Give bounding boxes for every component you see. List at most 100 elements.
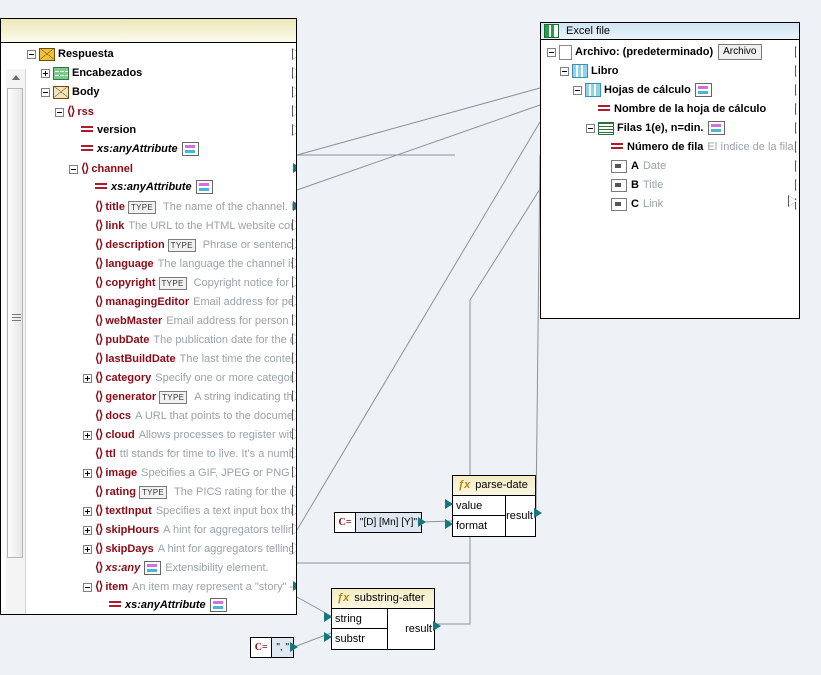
connector-arrow-connected[interactable] <box>433 621 442 632</box>
function-input-substr[interactable]: substr <box>332 629 387 649</box>
tree-row[interactable]: ⟨⟩itemAn item may represent a "story" -- <box>27 577 296 596</box>
connector-arrow-empty[interactable] <box>796 142 797 153</box>
tree-row[interactable]: Libro <box>547 62 797 81</box>
tree-row[interactable]: ⟨⟩skipDaysA hint for aggregators telling <box>27 539 296 558</box>
connector-arrow-empty[interactable] <box>293 334 296 345</box>
connector-arrow-empty[interactable] <box>293 296 296 307</box>
tree-toggle[interactable] <box>55 108 64 117</box>
tree-row[interactable]: ⟨⟩languageThe language the channel is <box>27 254 296 273</box>
connector-arrow-empty[interactable] <box>293 87 296 98</box>
tree-row[interactable]: Filas 1(e), n=din. <box>547 119 797 138</box>
tree-row[interactable]: xs:anyAttribute <box>27 178 296 197</box>
connector-arrow-connected[interactable] <box>534 508 543 519</box>
function-input-format[interactable]: format <box>453 516 505 536</box>
tree-row[interactable]: ⟨⟩docsA URL that points to the documen <box>27 406 296 425</box>
tree-toggle[interactable] <box>560 67 569 76</box>
tree-toggle[interactable] <box>547 48 556 57</box>
connector-arrow-empty[interactable] <box>796 104 797 115</box>
connector-arrow-empty[interactable] <box>293 353 296 364</box>
tree-toggle[interactable] <box>83 545 92 554</box>
tree-row[interactable]: ⟨⟩managingEditorEmail address for pers <box>27 292 296 311</box>
connector-arrow-connected[interactable] <box>293 163 296 174</box>
tree-row[interactable]: ⟨⟩imageSpecifies a GIF, JPEG or PNG ima <box>27 463 296 482</box>
tree-row[interactable]: version <box>27 121 296 140</box>
tree-row[interactable]: xs:anyAttribute <box>27 596 296 614</box>
tree-row[interactable]: BTitle <box>547 176 797 195</box>
tree-row[interactable]: ⟨⟩descriptionTYPEPhrase or sentence d <box>27 235 296 254</box>
tree-toggle[interactable] <box>41 88 50 97</box>
tree-row[interactable]: ⟨⟩ratingTYPEThe PICS rating for the cha <box>27 482 296 501</box>
connector-arrow-empty[interactable] <box>293 448 296 459</box>
connector-arrow-connected[interactable] <box>293 581 296 592</box>
tree-toggle[interactable] <box>83 431 92 440</box>
connector-arrow-empty[interactable] <box>796 66 797 77</box>
tree-toggle[interactable] <box>83 526 92 535</box>
tree-row[interactable]: Nombre de la hoja de cálculo <box>547 100 797 119</box>
tree-row[interactable]: ⟨⟩webMasterEmail address for person re <box>27 311 296 330</box>
connector-arrow-empty[interactable] <box>293 220 296 231</box>
connector-arrow-connected[interactable] <box>445 499 454 510</box>
connector-arrow-connected[interactable] <box>418 517 427 528</box>
connector-arrow-empty[interactable] <box>293 68 296 79</box>
function-output[interactable]: result <box>388 609 434 649</box>
tree-toggle[interactable] <box>69 165 78 174</box>
tree-row[interactable]: Archivo: (predeterminado)Archivo <box>547 43 797 62</box>
connector-arrow-empty[interactable] <box>293 239 296 250</box>
connector-arrow-empty[interactable] <box>293 125 296 136</box>
tree-toggle[interactable] <box>586 124 595 133</box>
connector-arrow-empty[interactable] <box>293 543 296 554</box>
vertical-scrollbar[interactable] <box>6 69 26 614</box>
tree-row[interactable]: ⟨⟩skipHoursA hint for aggregators tellin <box>27 520 296 539</box>
function-block[interactable]: ƒxparse-datevalueformatresult <box>452 475 536 537</box>
constant-block[interactable]: C=", " <box>250 637 294 658</box>
connector-arrow-connected[interactable] <box>290 642 299 653</box>
file-button[interactable]: Archivo <box>718 44 761 60</box>
tree-row[interactable]: ⟨⟩pubDateThe publication date for the c <box>27 330 296 349</box>
connector-arrow-empty[interactable] <box>293 277 296 288</box>
tree-row[interactable]: Encabezados <box>27 64 296 83</box>
tree-row[interactable]: ⟨⟩cloudAllows processes to register with <box>27 425 296 444</box>
connector-arrow-empty[interactable] <box>293 258 296 269</box>
tree-row[interactable]: ⟨⟩copyrightTYPECopyright notice for cc <box>27 273 296 292</box>
tree-row[interactable]: ⟨⟩lastBuildDateThe last time the content <box>27 349 296 368</box>
scroll-up-arrow-icon[interactable] <box>6 69 25 86</box>
connector-arrow-empty[interactable] <box>293 505 296 516</box>
tree-toggle[interactable] <box>41 69 50 78</box>
connector-arrow-connected[interactable] <box>324 632 333 643</box>
tree-toggle[interactable] <box>83 507 92 516</box>
function-output[interactable]: result <box>506 496 535 536</box>
tree-row[interactable]: ADate <box>547 157 797 176</box>
tree-toggle[interactable] <box>573 86 582 95</box>
connector-arrow-empty[interactable] <box>293 429 296 440</box>
tree-toggle[interactable] <box>27 50 36 59</box>
tree-row[interactable]: Body <box>27 83 296 102</box>
tree-row[interactable]: ⟨⟩categorySpecify one or more categorie <box>27 368 296 387</box>
connector-arrow-empty[interactable] <box>293 467 296 478</box>
scrollbar-thumb[interactable] <box>7 88 23 558</box>
connector-arrow-empty[interactable] <box>796 180 797 191</box>
connector-arrow-empty[interactable] <box>796 85 797 96</box>
function-input-value[interactable]: value <box>453 496 505 516</box>
function-input-string[interactable]: string <box>332 609 387 629</box>
connector-arrow-empty[interactable] <box>293 49 296 60</box>
tree-row[interactable]: ⟨⟩titleTYPEThe name of the channel. It's <box>27 197 296 216</box>
connector-arrow-empty[interactable] <box>293 391 296 402</box>
tree-toggle[interactable] <box>83 469 92 478</box>
connector-arrow-empty[interactable] <box>796 161 797 172</box>
constant-block[interactable]: C="[D] [Mn] [Y]" <box>334 512 422 533</box>
connector-arrow-empty[interactable] <box>293 372 296 383</box>
tree-row[interactable]: xs:anyAttribute <box>27 140 296 159</box>
connector-arrow-empty[interactable] <box>789 196 798 207</box>
tree-row[interactable]: ⟨⟩ttlttl stands for time to live. It's a… <box>27 444 296 463</box>
connector-arrow-empty[interactable] <box>293 486 296 497</box>
tree-toggle[interactable] <box>83 583 92 592</box>
tree-row[interactable]: Hojas de cálculo <box>547 81 797 100</box>
tree-row[interactable]: ⟨⟩channel <box>27 159 296 178</box>
connector-arrow-empty[interactable] <box>293 410 296 421</box>
tree-toggle[interactable] <box>83 374 92 383</box>
tree-row[interactable]: ⟨⟩xs:anyExtensibility element. <box>27 558 296 577</box>
connector-arrow-empty[interactable] <box>293 524 296 535</box>
tree-row[interactable]: ⟨⟩linkThe URL to the HTML website corre <box>27 216 296 235</box>
connector-arrow-connected[interactable] <box>324 612 333 623</box>
connector-arrow-empty[interactable] <box>293 315 296 326</box>
